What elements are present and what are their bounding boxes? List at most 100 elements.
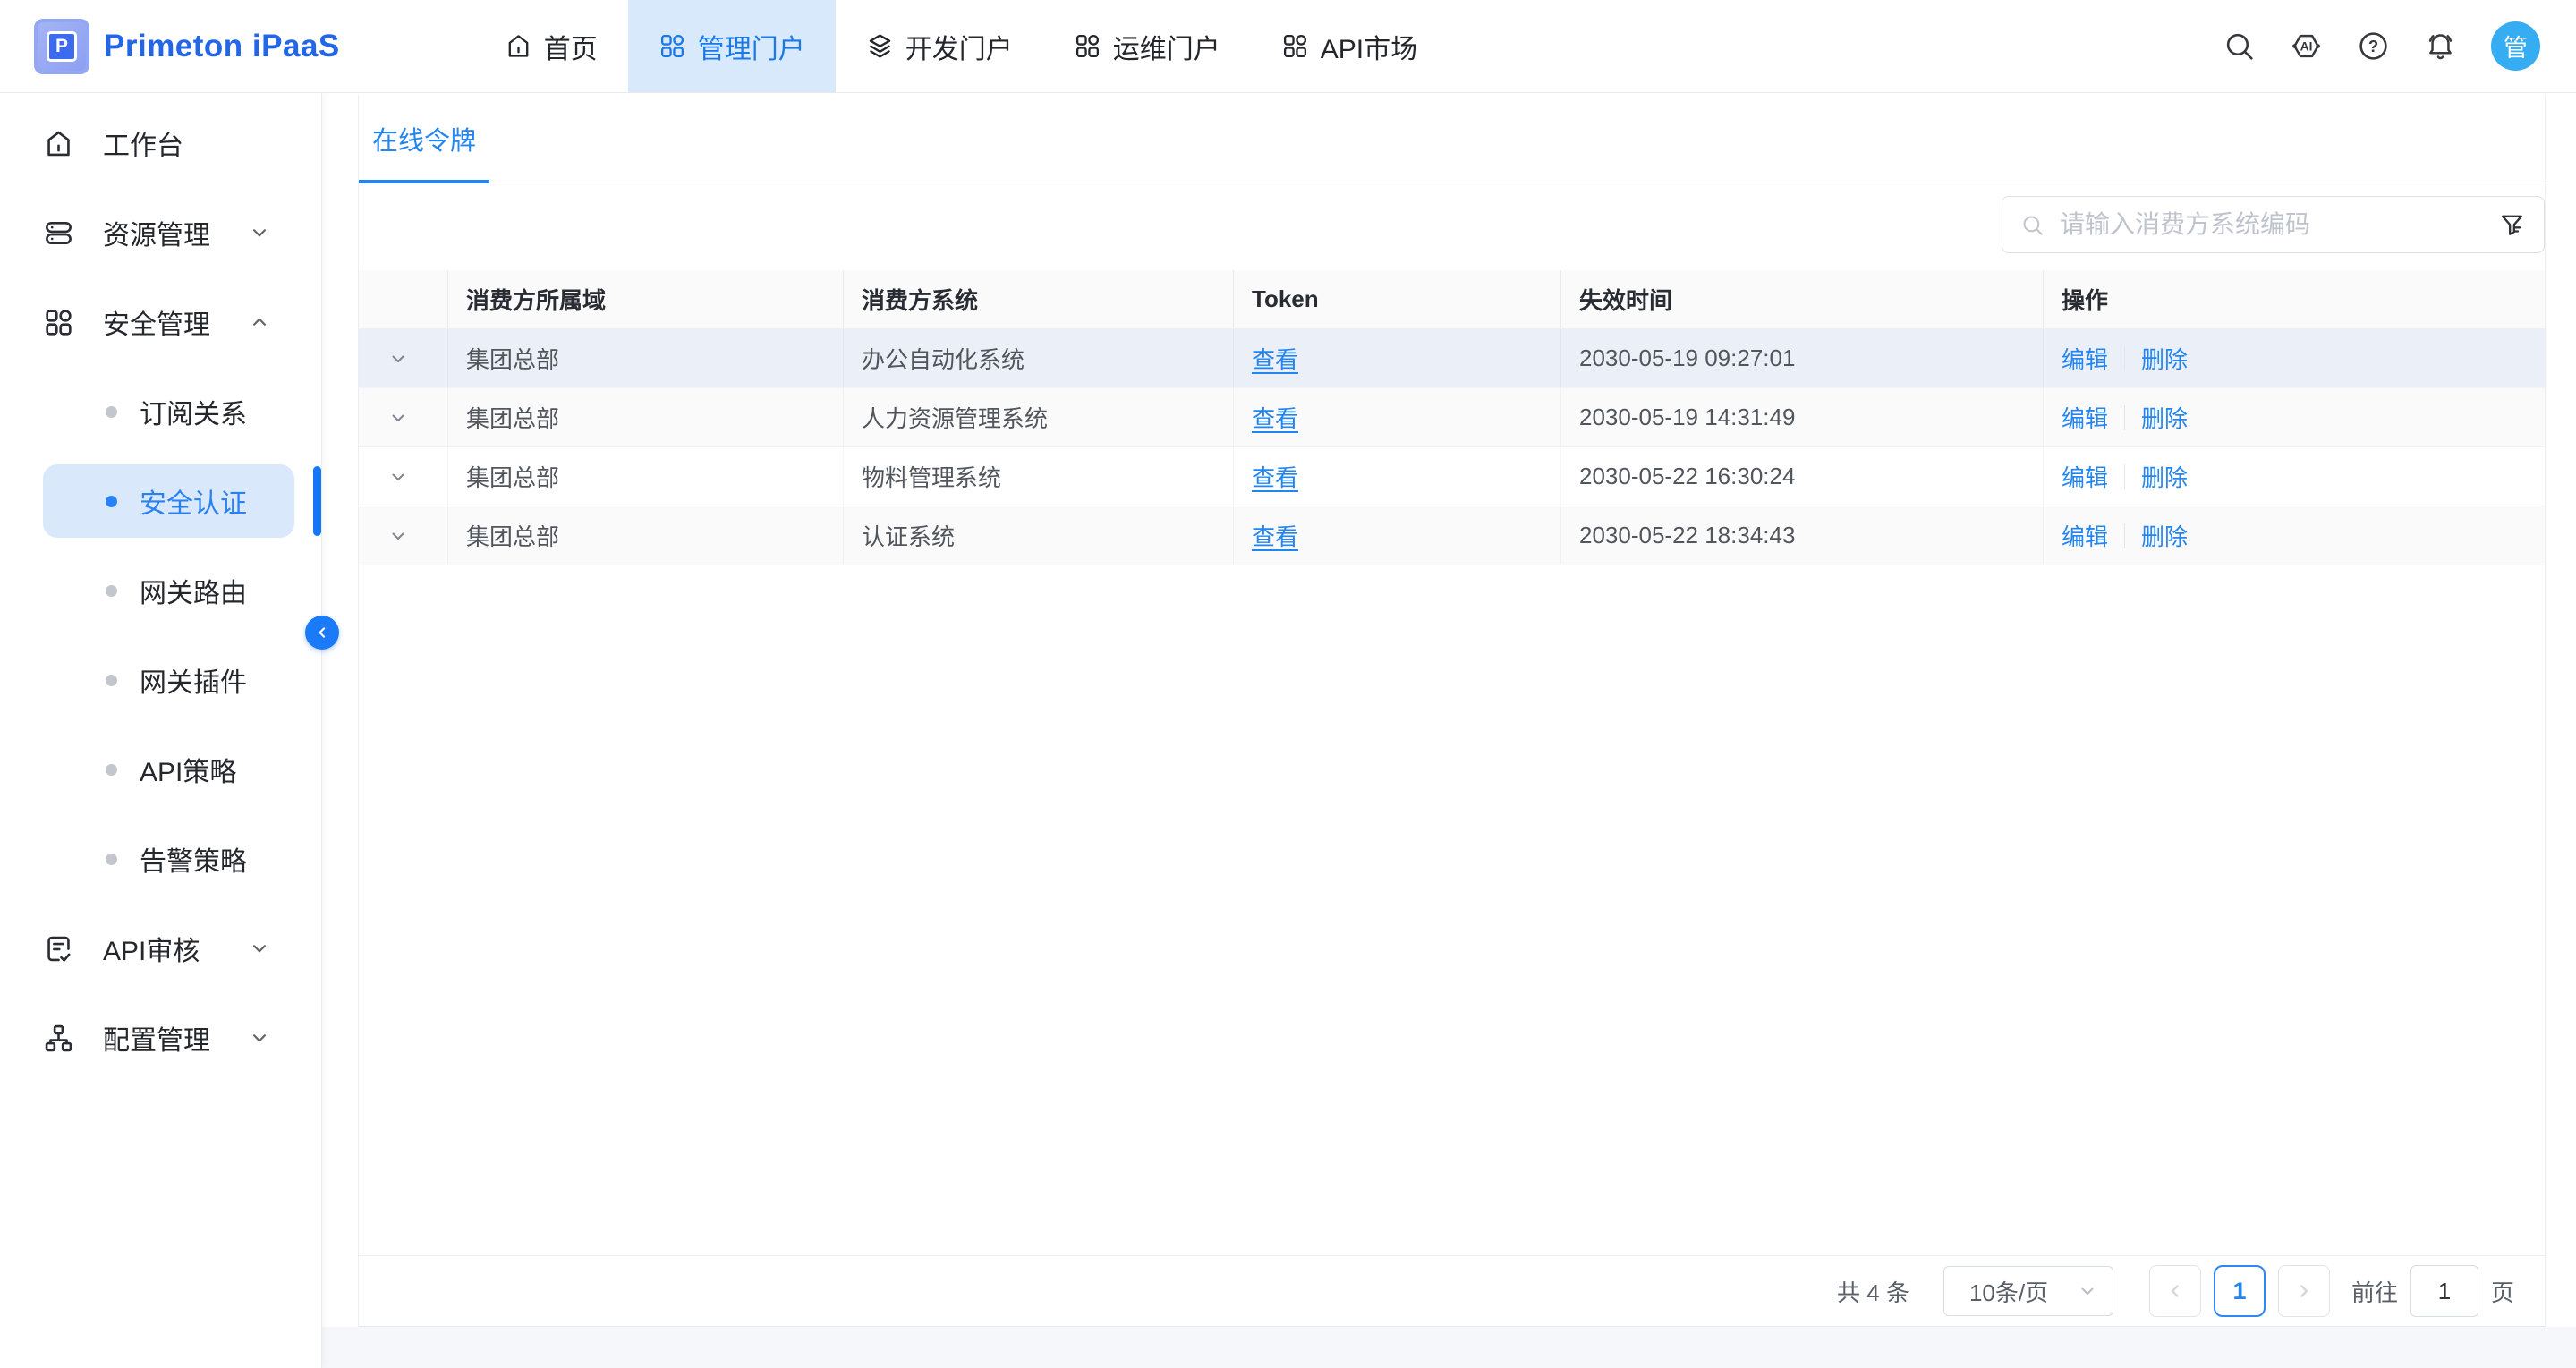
sidebar-item-label: 资源管理 (103, 213, 210, 252)
sidebar-item-workbench[interactable]: 工作台 (0, 98, 321, 188)
nav-item-label: 运维门户 (1113, 27, 1220, 66)
current-page-button[interactable]: 1 (2214, 1265, 2266, 1317)
column-header: Token (1234, 270, 1561, 328)
token-view-link[interactable]: 查看 (1252, 460, 1298, 493)
goto-label: 前往 (2351, 1275, 2398, 1308)
sidebar-menu: 工作台资源管理安全管理订阅关系安全认证网关路由网关插件API策略告警策略 API审… (0, 98, 321, 1083)
tab-online-tokens[interactable]: 在线令牌 (359, 95, 489, 183)
sidebar-item-label: 网关路由 (140, 571, 247, 610)
nav-item-dev-portal[interactable]: 开发门户 (836, 0, 1043, 92)
content-card: 在线令牌 消费方所属域消费方系统Token失效时间操作 集团总部办公自动化系统查… (358, 95, 2546, 1327)
sidebar-item-api-policy[interactable]: API策略 (0, 725, 321, 814)
search-icon[interactable] (2223, 30, 2256, 63)
stack-icon (43, 217, 74, 249)
sidebar-item-gateway-route[interactable]: 网关路由 (0, 546, 321, 635)
logo-letter: P (47, 31, 77, 62)
delete-link[interactable]: 删除 (2141, 460, 2188, 493)
prev-page-button[interactable] (2149, 1265, 2201, 1317)
edit-link[interactable]: 编辑 (2062, 342, 2108, 375)
ai-assistant-icon[interactable]: AI (2290, 30, 2323, 63)
layers-icon (866, 32, 894, 60)
expand-column-header (359, 270, 448, 328)
cell-token: 查看 (1234, 329, 1561, 387)
sidebar-item-api-audit[interactable]: API审核 (0, 904, 321, 993)
page-unit-label: 页 (2491, 1275, 2514, 1308)
page-size-select[interactable]: 10条/页 (1943, 1266, 2113, 1316)
bullet-icon (106, 406, 117, 418)
cell-expire-time: 2030-05-22 16:30:24 (1561, 447, 2044, 506)
grid-icon (1281, 32, 1309, 60)
cell-token: 查看 (1234, 388, 1561, 446)
cell-consumer-system: 认证系统 (844, 506, 1234, 565)
notification-bell-icon[interactable] (2424, 30, 2457, 63)
logo-text: Primeton iPaaS (104, 29, 340, 64)
sidebar-item-label: API审核 (103, 929, 200, 968)
cell-consumer-domain: 集团总部 (448, 447, 844, 506)
cell-token: 查看 (1234, 447, 1561, 506)
sidebar: 工作台资源管理安全管理订阅关系安全认证网关路由网关插件API策略告警策略 API审… (0, 93, 322, 1368)
table-row: 集团总部办公自动化系统查看2030-05-19 09:27:01编辑删除 (359, 329, 2545, 388)
chevron-down-icon (2077, 1280, 2098, 1302)
delete-link[interactable]: 删除 (2141, 401, 2188, 434)
column-header: 消费方系统 (844, 270, 1234, 328)
sidebar-item-label: 订阅关系 (140, 392, 247, 431)
token-view-link[interactable]: 查看 (1252, 519, 1298, 552)
svg-text:AI: AI (2300, 39, 2313, 54)
nav-item-label: 开发门户 (905, 27, 1013, 66)
sidebar-item-resource-mgmt[interactable]: 资源管理 (0, 188, 321, 277)
row-expand-toggle[interactable] (359, 329, 448, 387)
table-row: 集团总部认证系统查看2030-05-22 18:34:43编辑删除 (359, 506, 2545, 565)
svg-text:?: ? (2368, 37, 2378, 55)
expand-chevron-icon (387, 466, 409, 488)
bullet-icon (106, 764, 117, 776)
search-input[interactable] (2058, 209, 2485, 240)
search-row (359, 183, 2545, 270)
next-page-button[interactable] (2278, 1265, 2330, 1317)
search-box (2002, 196, 2545, 253)
chevron-left-icon (313, 624, 331, 642)
filter-icon[interactable] (2498, 211, 2526, 239)
edit-link[interactable]: 编辑 (2062, 460, 2108, 493)
chevron-right-icon (2293, 1280, 2315, 1302)
doc-icon (43, 933, 74, 964)
sidebar-item-config-mgmt[interactable]: 配置管理 (0, 993, 321, 1083)
delete-link[interactable]: 删除 (2141, 342, 2188, 375)
home-icon (43, 128, 74, 159)
tab-bar: 在线令牌 (359, 95, 2545, 183)
edit-link[interactable]: 编辑 (2062, 401, 2108, 434)
nav-item-api-market[interactable]: API市场 (1251, 0, 1448, 92)
row-expand-toggle[interactable] (359, 447, 448, 506)
sidebar-item-gateway-plugin[interactable]: 网关插件 (0, 635, 321, 725)
delete-link[interactable]: 删除 (2141, 519, 2188, 552)
cell-actions: 编辑删除 (2044, 388, 2545, 446)
sidebar-item-security-auth[interactable]: 安全认证 (0, 456, 321, 546)
nav-item-admin-portal[interactable]: 管理门户 (628, 0, 836, 92)
expand-chevron-icon (387, 407, 409, 429)
sidebar-item-alert-policy[interactable]: 告警策略 (0, 814, 321, 904)
user-avatar[interactable]: 管 (2491, 21, 2540, 71)
bullet-icon (106, 675, 117, 686)
nav-item-ops-portal[interactable]: 运维门户 (1043, 0, 1251, 92)
cell-consumer-domain: 集团总部 (448, 506, 844, 565)
help-icon[interactable]: ? (2357, 30, 2390, 63)
edit-link[interactable]: 编辑 (2062, 519, 2108, 552)
sidebar-item-security-mgmt[interactable]: 安全管理 (0, 277, 321, 367)
page-background (322, 1327, 2576, 1368)
token-view-link[interactable]: 查看 (1252, 342, 1298, 375)
sidebar-item-label: 安全管理 (103, 302, 210, 342)
chevron-down-icon (248, 937, 271, 960)
bullet-icon (106, 585, 117, 597)
row-expand-toggle[interactable] (359, 506, 448, 565)
goto-page-input[interactable] (2410, 1265, 2478, 1317)
table-row: 集团总部物料管理系统查看2030-05-22 16:30:24编辑删除 (359, 447, 2545, 506)
row-expand-toggle[interactable] (359, 388, 448, 446)
sidebar-collapse-button[interactable] (305, 616, 339, 650)
sidebar-item-subscription[interactable]: 订阅关系 (0, 367, 321, 456)
token-view-link[interactable]: 查看 (1252, 401, 1298, 434)
cell-expire-time: 2030-05-19 14:31:49 (1561, 388, 2044, 446)
tokens-table: 消费方所属域消费方系统Token失效时间操作 集团总部办公自动化系统查看2030… (359, 270, 2545, 565)
logo: P Primeton iPaaS (0, 0, 340, 92)
nav-item-home[interactable]: 首页 (474, 0, 628, 92)
app-header: P Primeton iPaaS 首页管理门户开发门户运维门户API市场 AI … (0, 0, 2576, 93)
action-divider (2124, 405, 2125, 430)
